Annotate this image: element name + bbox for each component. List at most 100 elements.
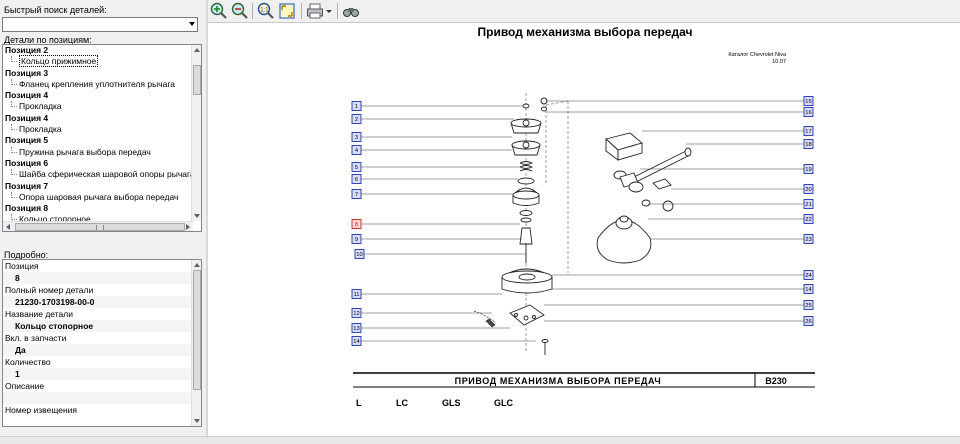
callout-1[interactable]: 1 [351, 101, 362, 111]
zoom-page-icon[interactable] [278, 2, 296, 20]
footer-code: B230 [765, 376, 787, 386]
trim-label: LC [396, 398, 408, 408]
scroll-thumb[interactable] [15, 223, 185, 231]
tree-item-label: Шайба сферическая шаровой опоры рычага [19, 169, 193, 180]
callout-5[interactable]: 5 [351, 162, 362, 172]
parts-tree[interactable]: Позиция 2 Кольцо прижимное Позиция 3 Фланец… [2, 44, 202, 232]
search-combobox[interactable] [2, 17, 198, 32]
scroll-left-icon[interactable] [6, 224, 10, 230]
zoom-fit-icon[interactable]: 1:1 [257, 2, 275, 20]
footer-title: ПРИВОД МЕХАНИЗМА ВЫБОРА ПЕРЕДАЧ [455, 376, 662, 386]
tree-position-node[interactable]: Позиция 5 [3, 135, 193, 146]
callout-label: 10 [356, 252, 362, 258]
tree-item-label: Прокладка [19, 101, 62, 112]
callout-26[interactable]: 26 [803, 316, 814, 326]
detail-value: Да [3, 344, 191, 356]
zoom-out-icon[interactable] [231, 2, 249, 20]
callout-18[interactable]: 18 [803, 139, 814, 149]
callout-20[interactable]: 20 [803, 184, 814, 194]
detail-value [3, 392, 191, 404]
callout-label: 22 [805, 217, 811, 223]
exploded-diagram[interactable]: Привод механизма выбора передач Каталог … [208, 23, 960, 437]
callout-24[interactable]: 24 [803, 270, 814, 280]
tree-part-item[interactable]: Шайба сферическая шаровой опоры рычага [3, 169, 193, 180]
tree-part-item[interactable]: Кольцо прижимное [3, 55, 193, 68]
toolbar: 1:1 [208, 0, 960, 22]
callout-23[interactable]: 23 [803, 234, 814, 244]
trim-label: L [356, 398, 362, 408]
tree-position-node[interactable]: Позиция 4 [3, 90, 193, 101]
detail-key: Описание [5, 381, 45, 391]
tree-item-label: Позиция 7 [5, 180, 49, 191]
tree-position-node[interactable]: Позиция 6 [3, 158, 193, 169]
print-dropdown-icon[interactable] [325, 2, 333, 20]
zoom-in-icon[interactable] [210, 2, 228, 20]
callout-14[interactable]: 14 [803, 284, 814, 294]
callout-8[interactable]: 8 [351, 219, 362, 229]
callout-label: 20 [805, 187, 811, 193]
callout-19[interactable]: 19 [803, 164, 814, 174]
catalog-name: Каталог Chevrolet Niva [728, 52, 787, 58]
callout-label: 6 [355, 177, 358, 183]
scroll-down-icon[interactable] [194, 419, 200, 423]
tree-item-label: Пружина рычага выбора передач [19, 146, 151, 157]
scroll-up-icon[interactable] [194, 48, 200, 52]
callout-17[interactable]: 17 [803, 126, 814, 136]
catalog-date: 10.07 [772, 59, 786, 65]
scroll-down-icon[interactable] [194, 214, 200, 218]
detail-key: Номер извещения [5, 405, 77, 415]
callout-3[interactable]: 3 [351, 132, 362, 142]
detail-key: Название детали [5, 309, 73, 319]
tree-position-node[interactable]: Позиция 7 [3, 181, 193, 192]
tree-part-item[interactable]: Прокладка [3, 124, 193, 135]
tree-item-label: Опора шаровая рычага выбора передач [19, 191, 179, 202]
scroll-right-icon[interactable] [186, 224, 190, 230]
details-list: Позиция 8 Полный номер детали 21230-1703198… [3, 260, 191, 416]
tree-item-label: Позиция 6 [5, 157, 49, 168]
callout-4[interactable]: 4 [351, 145, 362, 155]
callout-12[interactable]: 12 [351, 308, 362, 318]
callout-label: 14 [805, 287, 812, 293]
tree-horizontal-scrollbar[interactable] [3, 221, 193, 231]
callout-11[interactable]: 11 [351, 289, 362, 299]
callout-10[interactable]: 10 [354, 249, 365, 259]
parts-catalog-window: Быстрый поиск деталей: Детали по позиция… [0, 0, 960, 444]
callout-label: 12 [353, 311, 359, 317]
callout-group: 1234567891011121314151617181920212223241… [351, 96, 814, 346]
callout-7[interactable]: 7 [351, 189, 362, 199]
tree-part-item[interactable]: Прокладка [3, 101, 193, 112]
detail-value: 8 [3, 272, 191, 284]
tree-item-label: Позиция 2 [5, 45, 49, 55]
callout-25[interactable]: 25 [803, 300, 814, 310]
tree-position-node[interactable]: Позиция 3 [3, 68, 193, 79]
callout-21[interactable]: 21 [803, 199, 814, 209]
tree-part-item[interactable]: Фланец крепления уплотнителя рычага [3, 78, 193, 90]
callout-label: 14 [353, 339, 360, 345]
scroll-thumb[interactable] [193, 65, 201, 95]
callout-13[interactable]: 13 [351, 323, 362, 333]
scroll-thumb[interactable] [193, 270, 201, 390]
callout-22[interactable]: 22 [803, 214, 814, 224]
callout-14[interactable]: 14 [351, 336, 362, 346]
tree-item-label: Прокладка [19, 124, 62, 135]
callout-15[interactable]: 15 [803, 96, 814, 106]
callout-16[interactable]: 16 [803, 107, 814, 117]
tree-vertical-scrollbar[interactable] [191, 45, 201, 221]
details-vertical-scrollbar[interactable] [191, 260, 201, 426]
callout-2[interactable]: 2 [351, 114, 362, 124]
details-grid[interactable]: Позиция 8 Полный номер детали 21230-1703198… [2, 259, 202, 427]
tree-part-item[interactable]: Пружина рычага выбора передач [3, 146, 193, 158]
tree-position-node[interactable]: Позиция 8 [3, 203, 193, 214]
search-binoculars-icon[interactable] [342, 2, 360, 20]
drawing-canvas[interactable]: Привод механизма выбора передач Каталог … [208, 22, 960, 436]
tree-part-item[interactable]: Опора шаровая рычага выбора передач [3, 191, 193, 203]
detail-key: Позиция [5, 261, 39, 271]
chevron-down-icon[interactable] [189, 22, 195, 26]
left-panel: Быстрый поиск деталей: Детали по позиция… [0, 0, 206, 444]
print-icon[interactable] [306, 2, 324, 20]
tree-position-node[interactable]: Позиция 4 [3, 113, 193, 124]
callout-label: 24 [805, 273, 812, 279]
scroll-up-icon[interactable] [194, 263, 200, 267]
callout-6[interactable]: 6 [351, 174, 362, 184]
callout-9[interactable]: 9 [351, 234, 362, 244]
